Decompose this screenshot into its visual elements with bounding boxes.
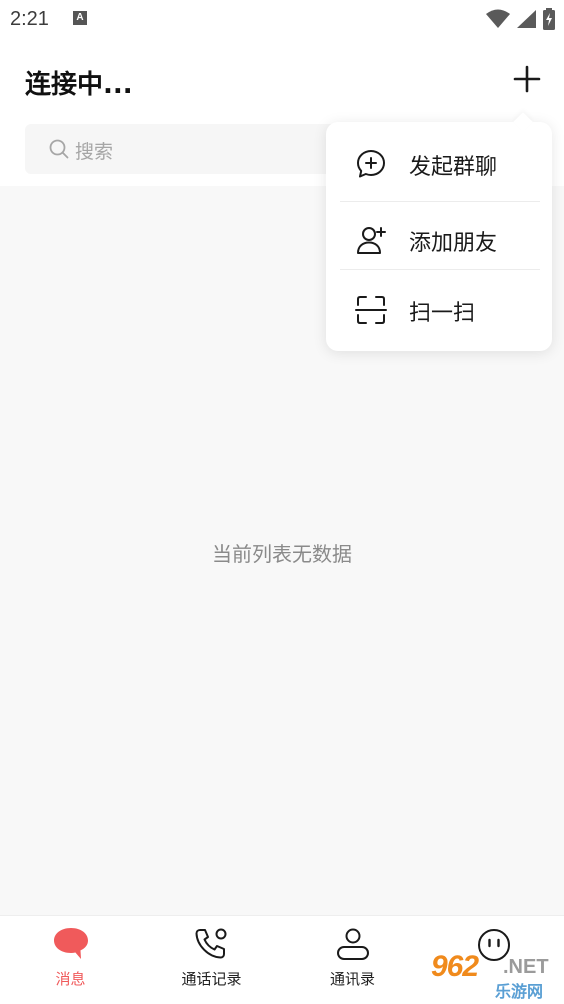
- add-user-icon: [357, 227, 386, 254]
- plus-icon: [513, 65, 541, 93]
- page-title: 连接中...: [25, 70, 133, 100]
- header: 连接中...: [0, 38, 564, 122]
- menu-item-add-friend[interactable]: 添加朋友: [326, 202, 552, 274]
- battery-charging-icon: [543, 8, 555, 30]
- watermark-site: 乐游网: [495, 982, 544, 1001]
- popup-menu: 发起群聊 添加朋友 扫一扫: [326, 112, 552, 351]
- contacts-icon: [336, 928, 369, 960]
- nav-item-contacts[interactable]: 通讯录: [282, 916, 423, 1004]
- nav-item-messages[interactable]: 消息: [0, 916, 141, 1004]
- scan-icon: [355, 296, 387, 324]
- phone-icon: [195, 928, 226, 959]
- nav-label: 消息: [55, 970, 86, 988]
- add-button[interactable]: [512, 64, 542, 94]
- empty-state-text: 当前列表无数据: [212, 542, 352, 566]
- search-icon: [49, 139, 69, 159]
- signal-icon: [516, 10, 536, 28]
- menu-item-label: 发起群聊: [409, 155, 498, 180]
- nav-label: 通话记录: [181, 970, 242, 988]
- status-bar: 2:21 A: [0, 0, 564, 38]
- watermark-logo: 962 .NET 乐游网: [425, 950, 560, 1001]
- status-icons: [485, 8, 556, 30]
- a-letter-icon: A: [73, 11, 87, 25]
- menu-item-label: 添加朋友: [409, 231, 498, 256]
- status-time: 2:21: [10, 8, 49, 30]
- watermark-suffix: .NET: [503, 956, 549, 978]
- search-placeholder: 搜索: [75, 141, 114, 163]
- watermark-brand: 962: [431, 950, 479, 983]
- menu-item-label: 扫一扫: [409, 301, 476, 326]
- chat-add-icon: [357, 150, 385, 178]
- wifi-icon: [485, 9, 510, 28]
- message-bubble-icon: [53, 928, 88, 959]
- menu-item-scan[interactable]: 扫一扫: [326, 272, 552, 344]
- menu-item-start-group-chat[interactable]: 发起群聊: [326, 126, 552, 198]
- menu-divider: [340, 269, 540, 270]
- nav-item-call-history[interactable]: 通话记录: [141, 916, 282, 1004]
- nav-label: 通讯录: [329, 970, 375, 988]
